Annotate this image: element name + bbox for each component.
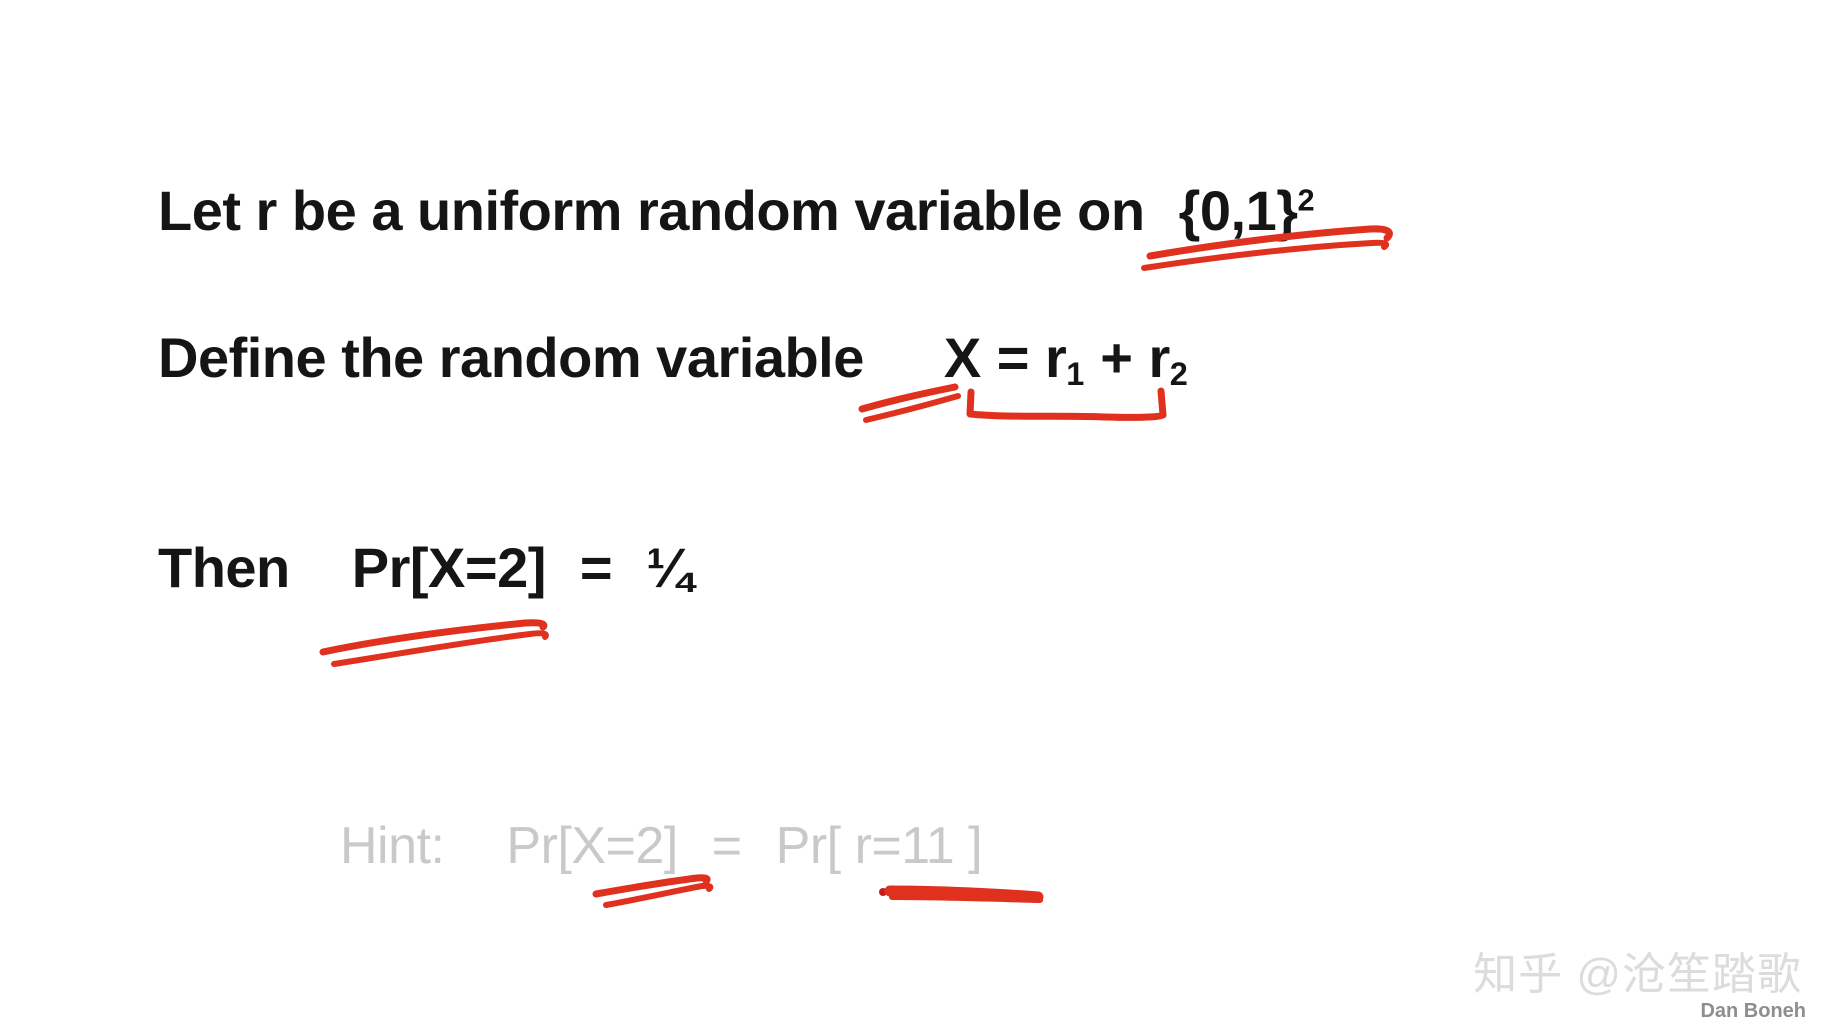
dot-hint-annotation	[879, 888, 887, 896]
line1-exponent-text: 2	[1297, 182, 1315, 218]
hint-equals-text: =	[711, 817, 742, 875]
hint-label-text: Hint:	[340, 817, 445, 875]
line2-term1-base-text: r	[1044, 326, 1067, 389]
line2-term1-subscript-text: 1	[1066, 356, 1085, 393]
line2-variable-text: X	[943, 326, 981, 389]
line2-prefix-text: Define the random variable	[158, 326, 864, 389]
slide-line-4-hint: Hint: Pr[X=2] = Pr[ r=11 ]	[340, 817, 983, 875]
line2-term2-base-text: r	[1148, 326, 1171, 389]
line1-prefix-text: Let r be a uniform random variable on	[158, 179, 1145, 242]
line3-value-text: ¼	[646, 536, 693, 599]
author-credit: Dan Boneh	[1700, 1000, 1806, 1022]
slide-canvas: Let r be a uniform random variable on {0,…	[0, 0, 1834, 1032]
underline-x-annotation	[858, 383, 961, 423]
underline-hint-probability-annotation	[592, 874, 714, 908]
underbrace-r1-r2-annotation	[966, 387, 1167, 421]
line3-then-text: Then	[158, 536, 290, 599]
line2-term2-subscript-text: 2	[1169, 356, 1188, 393]
underline-probability-annotation	[319, 619, 549, 667]
hint-right-probability-text: Pr[ r=11 ]	[775, 817, 983, 875]
line3-probability-text: Pr[X=2]	[351, 536, 547, 599]
line1-set-text: {0,1}	[1178, 179, 1298, 242]
line2-plus-text: +	[1100, 326, 1133, 389]
line3-equals-text: =	[579, 536, 613, 599]
line2-equals-text: =	[996, 326, 1030, 389]
underline-hint-r11-annotation	[884, 885, 1044, 903]
slide-line-3: Then Pr[X=2] = ¼	[158, 540, 693, 596]
hint-left-probability-text: Pr[X=2]	[506, 817, 678, 875]
slide-line-1: Let r be a uniform random variable on {0,…	[158, 183, 1315, 239]
annotation-ink-layer	[319, 225, 1393, 908]
slide-line-2: Define the random variable X = r1 + r2	[158, 330, 1188, 391]
zhihu-watermark: 知乎 @沧笙踏歌	[1473, 950, 1802, 999]
